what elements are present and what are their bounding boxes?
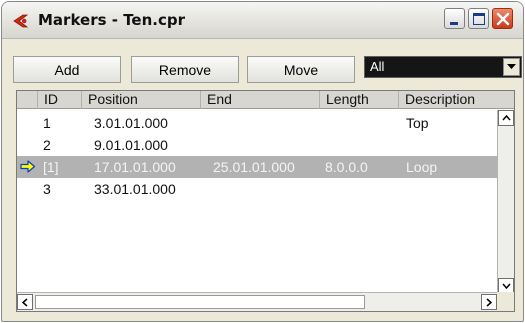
minimize-icon	[450, 22, 458, 25]
filter-dropdown-value: All	[370, 59, 385, 74]
scroll-up-button[interactable]	[498, 110, 514, 126]
cubase-logo-icon	[13, 14, 29, 28]
markers-list[interactable]: ID Position End Length Description 1 3.0…	[16, 90, 515, 312]
table-row[interactable]: 1 3.01.01.000 Top	[17, 112, 497, 134]
chevron-down-icon	[507, 64, 516, 69]
column-header-id[interactable]: ID	[37, 91, 58, 109]
scrollbar-corner	[497, 292, 514, 311]
window-title: Markers - Ten.cpr	[38, 11, 186, 29]
cell-id: 3	[43, 181, 51, 197]
vertical-scrollbar[interactable]	[497, 110, 514, 294]
arrow-right-icon	[20, 160, 36, 173]
maximize-button[interactable]	[468, 8, 489, 29]
markers-window: Markers - Ten.cpr Add Remove Move All ID…	[1, 1, 524, 322]
cell-id: [1]	[43, 159, 59, 175]
cell-id: 2	[43, 137, 51, 153]
chevron-left-icon	[21, 298, 28, 307]
scroll-left-button[interactable]	[17, 294, 33, 310]
cell-position: 9.01.01.000	[94, 137, 168, 153]
minimize-button[interactable]	[444, 8, 465, 29]
cell-description: Top	[406, 115, 429, 131]
scroll-right-button[interactable]	[481, 294, 497, 310]
maximize-icon	[473, 13, 485, 25]
title-bar[interactable]: Markers - Ten.cpr	[2, 2, 523, 39]
move-button[interactable]: Move	[247, 56, 355, 83]
horizontal-scrollbar[interactable]	[17, 292, 497, 311]
cell-position: 17.01.01.000	[94, 159, 176, 175]
column-header-description[interactable]: Description	[398, 91, 475, 109]
chevron-up-icon	[502, 114, 511, 121]
cell-position: 33.01.01.000	[94, 181, 176, 197]
cell-id: 1	[43, 115, 51, 131]
column-header-length[interactable]: Length	[319, 91, 369, 109]
remove-button[interactable]: Remove	[131, 56, 239, 83]
column-header-end[interactable]: End	[200, 91, 232, 109]
table-row-selected[interactable]: [1] 17.01.01.000 25.01.01.000 8.0.0.0 Lo…	[17, 156, 497, 178]
table-row[interactable]: 3 33.01.01.000	[17, 178, 497, 200]
filter-dropdown[interactable]: All	[364, 56, 522, 78]
table-row[interactable]: 2 9.01.01.000	[17, 134, 497, 156]
close-icon	[496, 12, 510, 26]
cell-description: Loop	[406, 159, 438, 175]
column-header-position[interactable]: Position	[81, 91, 138, 109]
dropdown-button[interactable]	[503, 58, 520, 76]
cell-end: 25.01.01.000	[213, 159, 295, 175]
list-header: ID Position End Length Description	[17, 91, 514, 109]
cell-length: 8.0.0.0	[325, 159, 368, 175]
add-button[interactable]: Add	[13, 56, 121, 83]
cell-position: 3.01.01.000	[94, 115, 168, 131]
close-button[interactable]	[492, 8, 513, 29]
chevron-down-icon	[502, 283, 511, 290]
horizontal-scroll-thumb[interactable]	[35, 295, 365, 309]
chevron-right-icon	[486, 298, 493, 307]
